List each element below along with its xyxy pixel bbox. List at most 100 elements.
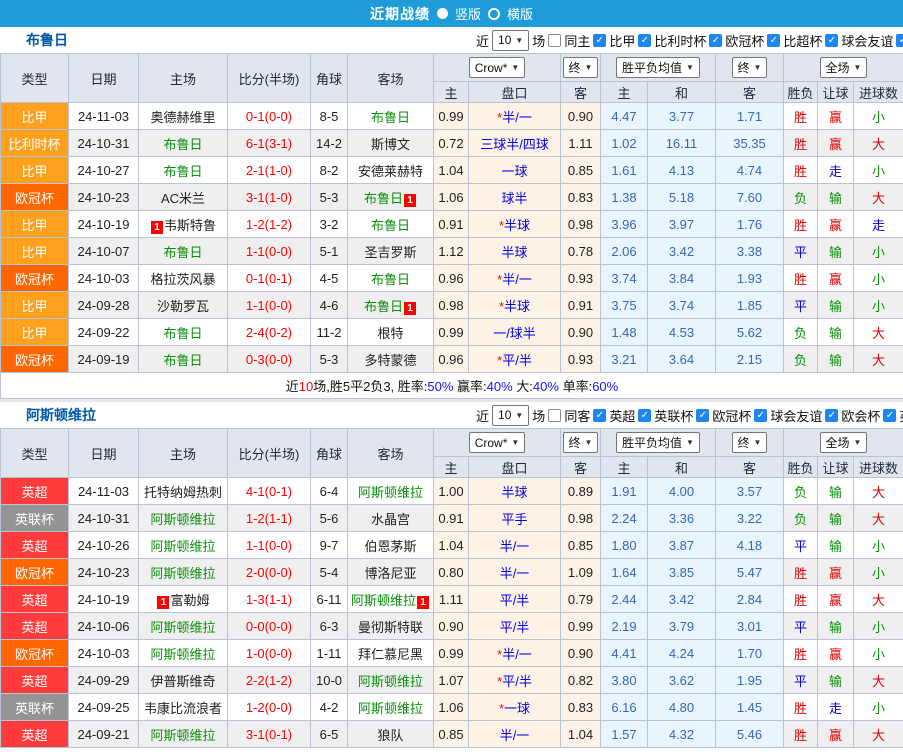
chevron-down-icon: ▼	[584, 63, 593, 72]
away-odds-cell: 0.83	[560, 183, 601, 211]
league-filter-checkbox[interactable]: ✓	[896, 33, 903, 47]
scope-select-value: 全场	[825, 61, 850, 75]
league-filter-checkbox[interactable]: ✓	[883, 408, 897, 422]
recent-count-select[interactable]: 10 ▼	[492, 404, 530, 426]
home-team-cell: 布鲁日	[138, 345, 228, 373]
home-team-cell: 格拉茨风暴	[138, 264, 228, 292]
corners-cell: 3-2	[310, 210, 348, 238]
goals-result-cell: 小	[853, 612, 903, 640]
final-odds-select-wdl[interactable]: 终 ▼	[731, 57, 768, 78]
league-type-cell: 英超	[0, 720, 69, 748]
table-row: 比甲 24-10-07 布鲁日 1-1(0-0) 5-1 圣吉罗斯 1.12 半球 0.78 2.…	[0, 237, 903, 265]
away-odds-cell: 0.90	[560, 102, 601, 130]
final-odds-select-handicap[interactable]: 终 ▼	[562, 57, 599, 78]
layout-radio-vertical[interactable]	[436, 8, 448, 19]
goals-result-cell: 大	[853, 477, 903, 505]
league-filter-label: 欧冠杯	[725, 33, 765, 49]
summary-row: 近10场,胜5平2负3, 胜率:50% 赢率:40% 大:40% 单率:60%	[0, 372, 903, 399]
corners-cell: 5-6	[310, 504, 348, 532]
team-name: 水晶宫	[370, 511, 410, 527]
section-1: 阿斯顿维拉近10▼场同客✓英超✓英联杯✓欧冠杯✓球会友谊✓欧会杯✓英足总杯类型日…	[0, 399, 903, 748]
league-filter-checkbox[interactable]: ✓	[709, 33, 723, 47]
handicap-text: 一/球半	[493, 325, 536, 341]
table-row: 英超 24-11-03 托特纳姆热刺 4-1(0-1) 6-4 阿斯顿维拉 1.00 半球 0.…	[0, 477, 903, 505]
column-header: 类型	[0, 53, 69, 103]
scope-select[interactable]: 全场 ▼	[819, 57, 868, 78]
column-header: 客	[560, 81, 601, 103]
lose-avg-cell: 7.60	[715, 183, 784, 211]
home-odds-cell: 0.99	[433, 639, 469, 667]
home-odds-cell: 0.72	[433, 129, 469, 157]
handicap-result-cell: 赢	[817, 720, 854, 748]
recent-count-select[interactable]: 10 ▼	[492, 29, 530, 51]
recent-count-select-value: 10	[498, 408, 512, 422]
final-odds-select-handicap[interactable]: 终 ▼	[562, 432, 599, 453]
away-odds-cell: 1.11	[560, 129, 601, 157]
win-avg: 2.19	[611, 618, 637, 634]
goals-result-cell: 小	[853, 237, 903, 265]
goals-result-cell: 小	[853, 693, 903, 721]
handicap-text: 球半	[501, 190, 528, 206]
draw-avg-cell: 4.24	[647, 639, 716, 667]
team-name-link[interactable]: 阿斯顿维拉	[26, 405, 96, 425]
column-header: 进球数	[853, 456, 903, 478]
column-header: 胜负	[783, 81, 818, 103]
score-cell: 1-2(0-0)	[227, 693, 311, 721]
lose-avg-cell: 2.15	[715, 345, 784, 373]
league-filter-checkbox[interactable]: ✓	[638, 408, 652, 422]
lose-avg: 1.45	[736, 699, 763, 715]
home-odds-cell: 0.91	[433, 210, 469, 238]
draw-avg-cell: 3.62	[647, 666, 716, 694]
games-label: 场	[532, 408, 546, 424]
league-type-cell: 英超	[0, 612, 69, 640]
date-cell: 24-10-27	[68, 156, 139, 184]
draw-avg: 4.00	[668, 483, 695, 499]
score-cell: 2-2(1-2)	[227, 666, 311, 694]
final-odds-select-wdl[interactable]: 终 ▼	[731, 432, 768, 453]
handicap-cell: 半/一	[468, 531, 561, 559]
league-filter-checkbox[interactable]: ✓	[754, 408, 768, 422]
team-name: 布鲁日	[363, 190, 403, 206]
away-team-cell: 多特蒙德	[347, 345, 434, 373]
league-filter-checkbox[interactable]: ✓	[638, 33, 652, 47]
league-filter-checkbox[interactable]: ✓	[696, 408, 710, 422]
same-venue-checkbox[interactable]	[548, 33, 562, 47]
wdl-average-select[interactable]: 胜平负均值 ▼	[616, 432, 700, 453]
lose-avg-cell: 5.47	[715, 558, 784, 586]
odds-source-select[interactable]: Crow* ▼	[468, 432, 526, 453]
win-avg-cell: 1.48	[600, 318, 648, 346]
league-filter-checkbox[interactable]: ✓	[825, 408, 839, 422]
table-row: 欧冠杯 24-10-03 阿斯顿维拉 1-0(0-0) 1-11 拜仁慕尼黑 0.99 *半/…	[0, 639, 903, 667]
column-header: 主	[433, 81, 469, 103]
score-cell: 2-0(0-0)	[227, 558, 311, 586]
team-name-link[interactable]: 布鲁日	[26, 30, 68, 50]
away-team-cell: 狼队	[347, 720, 434, 748]
lose-avg-cell: 4.18	[715, 531, 784, 559]
league-filter-checkbox[interactable]: ✓	[767, 33, 781, 47]
score-cell: 0-0(0-0)	[227, 612, 311, 640]
away-team-cell: 博洛尼亚	[347, 558, 434, 586]
league-filter-checkbox[interactable]: ✓	[593, 33, 607, 47]
handicap-text: 平/半	[499, 619, 530, 635]
league-type-cell: 比甲	[0, 237, 69, 265]
layout-radio-horizontal[interactable]	[488, 7, 500, 20]
odds-source-select[interactable]: Crow* ▼	[468, 57, 526, 78]
wdl-average-select[interactable]: 胜平负均值 ▼	[616, 57, 700, 78]
league-type-cell: 欧冠杯	[0, 345, 69, 373]
league-filter-checkbox[interactable]: ✓	[593, 408, 607, 422]
scope-select[interactable]: 全场 ▼	[819, 432, 868, 453]
column-header: 角球	[310, 428, 348, 478]
summary-segment: 大:	[512, 379, 533, 394]
home-team-cell: 布鲁日	[138, 318, 228, 346]
win-avg-cell: 2.19	[600, 612, 648, 640]
same-venue-checkbox[interactable]	[548, 408, 562, 422]
chevron-down-icon: ▼	[686, 438, 694, 447]
draw-avg: 4.80	[668, 699, 695, 715]
away-team-cell: 安德莱赫特	[347, 156, 434, 184]
content: 布鲁日近10▼场同主✓比甲✓比利时杯✓欧冠杯✓比超杯✓球会友谊✓欧会杯类型日期主…	[0, 27, 903, 748]
team-name: 阿斯顿维拉	[150, 619, 216, 635]
league-filter-checkbox[interactable]: ✓	[825, 33, 839, 47]
win-avg: 1.48	[611, 324, 637, 340]
draw-avg: 3.77	[668, 108, 695, 124]
column-header: 让球	[817, 456, 854, 478]
